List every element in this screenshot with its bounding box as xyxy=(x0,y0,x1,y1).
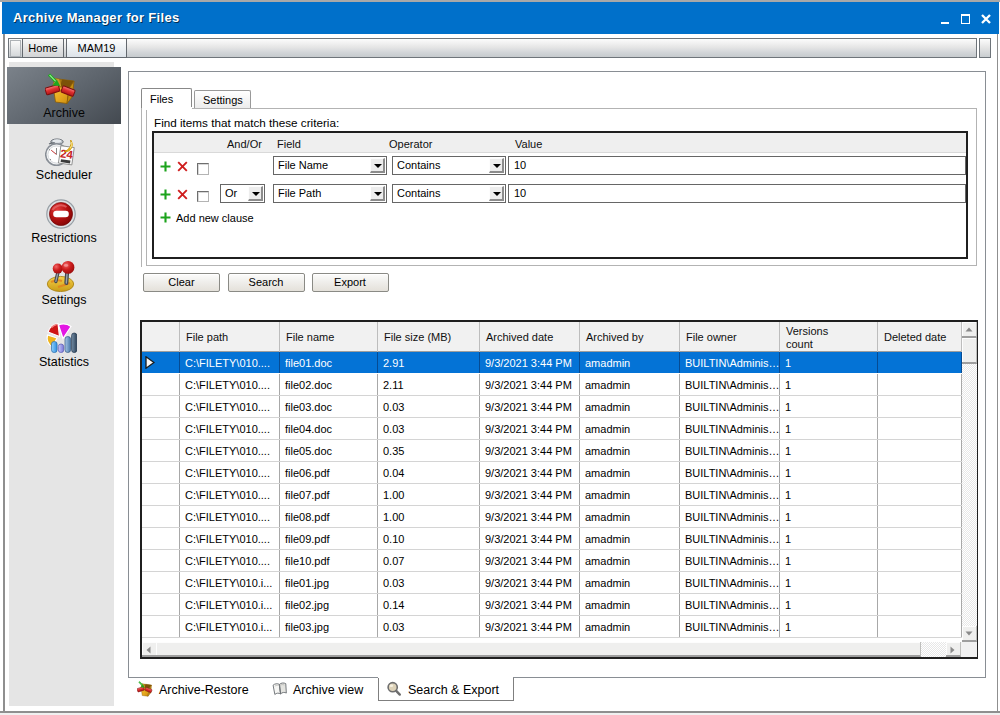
svg-text:24: 24 xyxy=(59,147,74,161)
